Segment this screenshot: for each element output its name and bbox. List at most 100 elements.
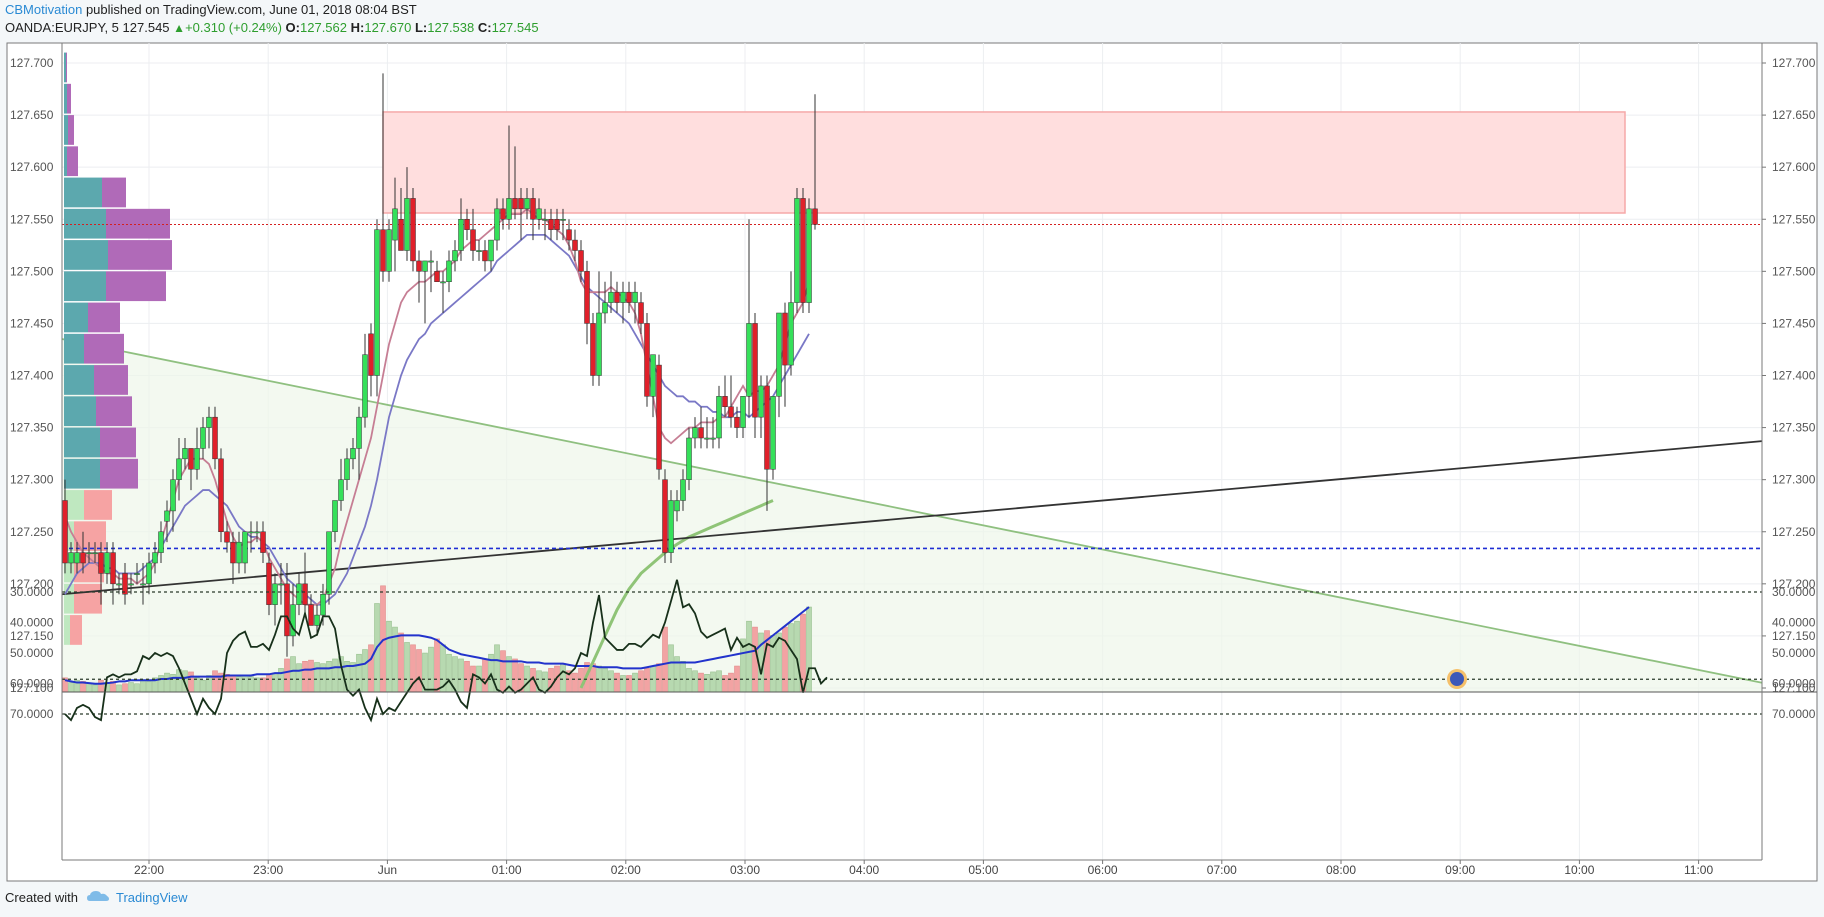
volume-bar	[326, 661, 332, 693]
candle-body	[776, 312, 782, 397]
time-tick-label: 03:00	[730, 863, 760, 877]
candle[interactable]	[656, 354, 662, 480]
replay-marker[interactable]	[1447, 669, 1467, 689]
profile-bar-buy	[64, 271, 106, 302]
candle-body	[374, 229, 380, 376]
price-tick-label-right: 127.600	[1772, 160, 1816, 174]
resistance-zone[interactable]	[382, 111, 1626, 214]
profile-bar-sell	[102, 177, 126, 208]
candle-body	[278, 583, 284, 586]
volume-bar	[608, 670, 614, 693]
profile-bar-sell	[68, 115, 74, 145]
price-tick-label-right: 127.300	[1772, 473, 1816, 487]
candle[interactable]	[800, 188, 806, 313]
profile-bar-buy	[64, 208, 106, 239]
candle-body	[488, 239, 494, 262]
candle-body	[668, 500, 674, 553]
candle-body	[746, 323, 752, 397]
time-tick-label: 02:00	[611, 863, 641, 877]
time-tick-label: 22:00	[134, 863, 164, 877]
marker-inner-icon	[1450, 672, 1464, 686]
candle-body	[566, 229, 572, 241]
volume-bar	[254, 677, 260, 693]
candle-body	[302, 583, 308, 605]
candle-body	[206, 416, 212, 428]
candle-body	[158, 531, 164, 553]
profile-bar-sell	[100, 458, 138, 489]
volume-bar	[578, 668, 584, 693]
profile-bar-sell	[66, 52, 67, 83]
price-tick-label-left: 127.600	[10, 160, 54, 174]
time-tick-label: 04:00	[849, 863, 879, 877]
candle-body	[386, 229, 392, 272]
candle[interactable]	[326, 531, 332, 605]
candle[interactable]	[644, 313, 650, 407]
profile-bar-sell	[67, 83, 71, 114]
chart-canvas[interactable]: 127.700 127.700 127.650 127.650 127.600 127.6…	[0, 0, 1824, 917]
candle-body	[482, 250, 488, 262]
candle-body	[98, 552, 104, 574]
candle-body	[344, 458, 350, 480]
candle-body	[128, 583, 134, 586]
candle[interactable]	[218, 448, 224, 543]
candle-body	[734, 416, 740, 428]
candle-body	[770, 396, 776, 470]
price-tick-label-right: 127.450	[1772, 316, 1816, 330]
candle[interactable]	[410, 188, 416, 272]
candle[interactable]	[668, 490, 674, 563]
profile-bar-buy	[64, 396, 96, 427]
volume-bar	[230, 675, 236, 693]
volume-bar	[692, 670, 698, 693]
tradingview-link[interactable]: TradingView	[116, 890, 188, 905]
price-tick-label-right: 127.150	[1772, 629, 1816, 643]
candle[interactable]	[794, 188, 800, 313]
candle[interactable]	[590, 313, 596, 386]
volume-bar	[572, 672, 578, 693]
volume-bar	[266, 673, 272, 693]
candle-body	[788, 302, 794, 366]
volume-bar	[260, 677, 266, 693]
candle-body	[410, 198, 416, 262]
time-tick-label: 05:00	[968, 863, 998, 877]
candle-body	[398, 219, 404, 251]
volume-bar	[722, 675, 728, 693]
volume-bar	[428, 646, 434, 693]
candle-body	[662, 479, 668, 553]
price-tick-label-left: 127.550	[10, 212, 54, 226]
price-tick-label-left: 127.450	[10, 316, 54, 330]
candle[interactable]	[806, 198, 812, 313]
volume-bar	[200, 679, 206, 693]
profile-bar-buy	[64, 458, 100, 489]
volume-bar	[368, 644, 374, 693]
candle[interactable]	[662, 469, 668, 563]
volume-bar	[290, 656, 296, 693]
volume-bar	[560, 663, 566, 693]
rsi-tick-label-left: 70.0000	[10, 707, 54, 721]
candle[interactable]	[770, 396, 776, 480]
volume-bar	[206, 675, 212, 693]
volume-bar	[710, 671, 716, 693]
candle-body	[512, 198, 518, 210]
candle-body	[530, 198, 536, 220]
volume-bar	[416, 649, 422, 693]
profile-bar-buy	[64, 240, 108, 270]
volume-bar	[332, 658, 338, 693]
candle-body	[806, 208, 812, 303]
profile-bar-sell	[100, 427, 136, 458]
candle-body	[254, 531, 260, 534]
volume-bar	[362, 649, 368, 693]
price-tick-label-right: 127.550	[1772, 212, 1816, 226]
volume-bar	[308, 659, 314, 693]
volume-bar	[500, 650, 506, 693]
candle-body	[686, 437, 692, 480]
profile-bar-buy	[64, 365, 94, 395]
rsi-tick-label-left: 60.0000	[10, 677, 54, 691]
candle[interactable]	[374, 219, 380, 397]
volume-bar	[782, 626, 788, 693]
candle-body	[242, 531, 248, 564]
volume-bar	[704, 673, 710, 693]
volume-bar	[302, 661, 308, 693]
price-tick-label-left: 127.500	[10, 264, 54, 278]
volume-bar	[122, 683, 128, 693]
time-tick-label: 01:00	[492, 863, 522, 877]
